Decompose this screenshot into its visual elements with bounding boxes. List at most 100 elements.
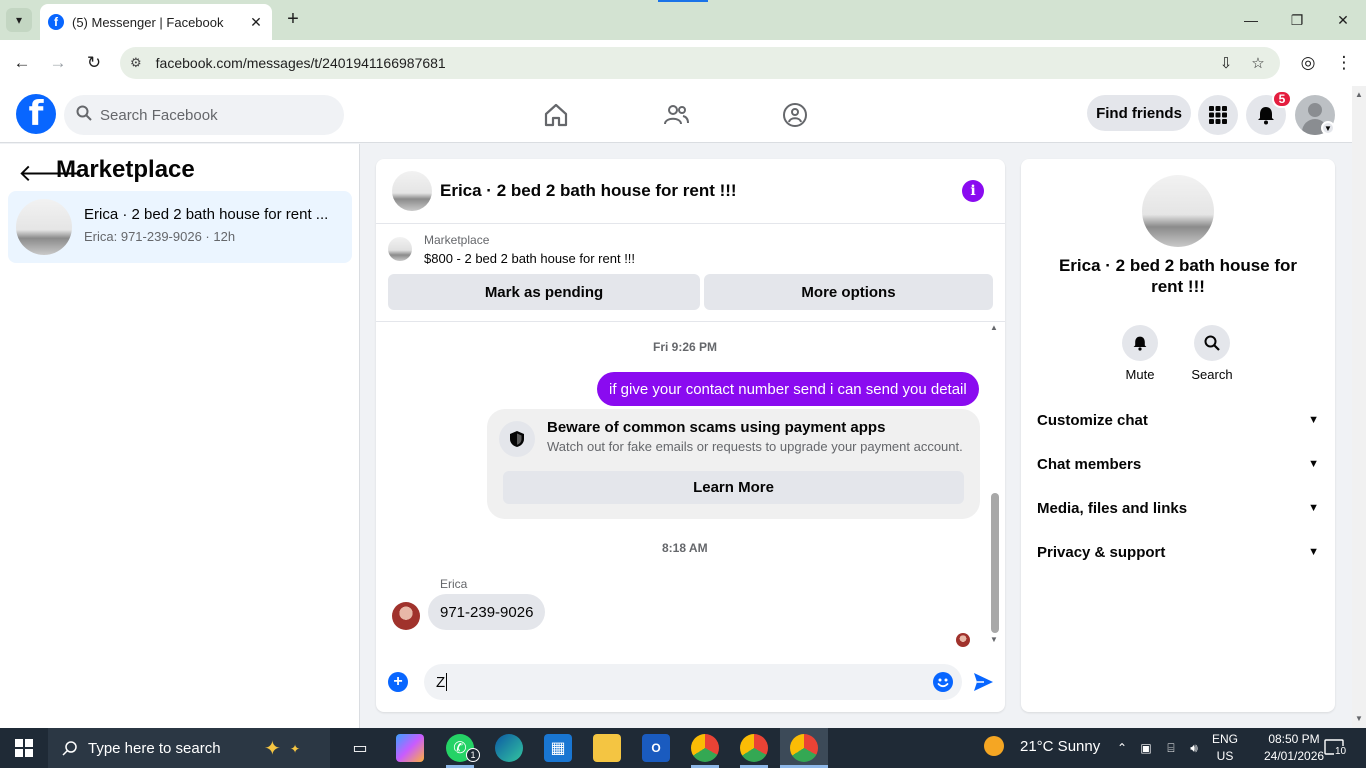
customize-chat-section[interactable]: Customize chat ▼ [1037, 402, 1319, 438]
listing-title[interactable]: $800 - 2 bed 2 bath house for rent !!! [424, 251, 635, 266]
search-label: Search [1191, 367, 1233, 382]
task-view-icon[interactable]: ▭ [346, 734, 374, 762]
browser-toolbar: ← → ↻ ⚙ facebook.com/messages/t/24019411… [0, 40, 1366, 86]
taskbar-search-placeholder: Type here to search [88, 739, 221, 757]
address-bar[interactable]: ⚙ facebook.com/messages/t/24019411669876… [120, 47, 1280, 79]
chevron-down-icon: ▼ [1308, 502, 1319, 514]
friends-icon[interactable] [661, 100, 691, 130]
site-info-icon[interactable]: ⚙ [130, 55, 142, 71]
section-label: Chat members [1037, 455, 1142, 473]
chrome-profile-r-icon[interactable] [691, 734, 719, 762]
scam-warning-text: Watch out for fake emails or requests to… [547, 439, 963, 454]
mark-as-pending-button[interactable]: Mark as pending [388, 274, 700, 310]
conversation-name: Erica · 2 bed 2 bath house for rent ... [84, 206, 329, 223]
install-app-icon[interactable]: ⇩ [1214, 47, 1238, 79]
edge-icon[interactable] [495, 734, 523, 762]
chat-header: Erica · 2 bed 2 bath house for rent !!! … [376, 159, 1005, 224]
scroll-up-arrow-icon[interactable]: ▲ [1355, 90, 1363, 99]
details-listing-thumbnail[interactable] [1142, 175, 1214, 247]
reload-button[interactable]: ↻ [82, 51, 106, 75]
menu-grid-icon[interactable] [1198, 95, 1238, 135]
scroll-up-arrow-icon[interactable]: ▲ [990, 323, 998, 332]
sender-name: Erica [440, 577, 468, 591]
device-icon[interactable]: ▣ [1138, 728, 1154, 768]
outgoing-message-bubble[interactable]: if give your contact number send i can s… [597, 372, 979, 406]
conversation-list-item[interactable]: Erica · 2 bed 2 bath house for rent ... … [8, 191, 352, 263]
scroll-down-arrow-icon[interactable]: ▼ [990, 635, 998, 644]
account-chevron-icon[interactable]: ▼ [1321, 121, 1335, 135]
weather-widget[interactable]: 21°C Sunny [984, 736, 1100, 756]
tab-indicator [658, 0, 708, 2]
search-icon [1194, 325, 1230, 361]
home-icon[interactable] [541, 100, 571, 130]
scrollbar-thumb[interactable] [991, 493, 999, 633]
chevron-down-icon: ▼ [1308, 458, 1319, 470]
privacy-support-section[interactable]: Privacy & support ▼ [1037, 534, 1319, 570]
facebook-logo-icon[interactable]: f [16, 94, 56, 134]
profile-icon[interactable]: ◎ [1296, 51, 1320, 75]
back-button[interactable]: ← [10, 51, 34, 75]
window-close-button[interactable]: ✕ [1320, 0, 1366, 40]
shield-icon [499, 421, 535, 457]
browser-menu-icon[interactable]: ⋮ [1332, 51, 1356, 75]
file-explorer-icon[interactable] [593, 734, 621, 762]
copilot-icon[interactable] [396, 734, 424, 762]
taskbar-search-input[interactable]: Type here to search ✦ ✦ [48, 728, 330, 768]
outlook-icon[interactable]: O [642, 734, 670, 762]
language-indicator[interactable]: ENG US [1208, 731, 1242, 765]
chrome-icon[interactable] [740, 734, 768, 762]
forward-button[interactable]: → [46, 51, 70, 75]
marketplace-label: Marketplace [424, 233, 490, 247]
scroll-down-arrow-icon[interactable]: ▼ [1355, 714, 1363, 723]
emoji-icon[interactable] [933, 672, 953, 692]
windows-start-icon[interactable] [0, 728, 48, 768]
chevron-down-icon: ▼ [1308, 414, 1319, 426]
network-icon[interactable]: ⌸ [1162, 728, 1180, 768]
weather-text: 21°C Sunny [1020, 737, 1101, 755]
bookmark-star-icon[interactable]: ☆ [1246, 47, 1270, 79]
show-hidden-icons-icon[interactable]: ⌃ [1114, 728, 1130, 768]
tab-close-icon[interactable]: ✕ [248, 14, 264, 31]
scam-warning-title: Beware of common scams using payment app… [547, 419, 886, 436]
notification-badge: 5 [1272, 90, 1292, 108]
search-icon [76, 105, 92, 125]
chat-members-section[interactable]: Chat members ▼ [1037, 446, 1319, 482]
find-friends-button[interactable]: Find friends [1087, 95, 1191, 131]
restore-button[interactable]: ❐ [1274, 0, 1320, 40]
volume-icon[interactable]: 🔊︎ [1186, 728, 1202, 768]
new-tab-button[interactable]: + [282, 8, 304, 30]
system-clock[interactable]: 08:50 PM 24/01/2026 [1264, 731, 1324, 765]
search-conversation-button[interactable]: Search [1182, 325, 1242, 382]
mute-button[interactable]: Mute [1110, 325, 1170, 382]
language-code: ENG [1211, 732, 1238, 746]
facebook-search-input[interactable]: Search Facebook [64, 95, 344, 135]
chrome-active-icon[interactable] [790, 734, 818, 762]
learn-more-button[interactable]: Learn More [503, 471, 964, 504]
conversation-details-panel: Erica · 2 bed 2 bath house for rent !!! … [1021, 159, 1335, 712]
whatsapp-badge: 1 [466, 748, 480, 762]
media-files-links-section[interactable]: Media, files and links ▼ [1037, 490, 1319, 526]
message-input[interactable]: Z [424, 664, 962, 700]
message-timestamp: 8:18 AM [662, 541, 708, 555]
chat-panel: Erica · 2 bed 2 bath house for rent !!! … [376, 159, 1005, 712]
chat-title[interactable]: Erica · 2 bed 2 bath house for rent !!! [440, 181, 737, 201]
add-attachment-icon[interactable]: + [388, 672, 408, 692]
mute-label: Mute [1125, 367, 1155, 382]
groups-icon[interactable] [780, 100, 810, 130]
tab-title: (5) Messenger | Facebook [72, 14, 224, 30]
tab-search-button[interactable]: ▾ [6, 8, 32, 32]
incoming-message-bubble[interactable]: 971-239-9026 [428, 594, 546, 630]
minimize-button[interactable]: — [1228, 0, 1274, 40]
notification-center-icon[interactable]: 10 [1322, 736, 1348, 760]
send-icon[interactable] [972, 671, 994, 693]
section-label: Privacy & support [1037, 543, 1166, 561]
page-scrollbar[interactable]: ▲ ▼ [1352, 86, 1366, 728]
message-scrollbar[interactable]: ▲ ▼ [990, 323, 1000, 649]
info-icon[interactable]: i [962, 180, 984, 202]
chat-listing-thumbnail[interactable] [392, 171, 432, 211]
more-options-button[interactable]: More options [704, 274, 993, 310]
store-icon[interactable]: ▦ [544, 734, 572, 762]
sender-avatar[interactable] [392, 602, 420, 630]
conversation-preview: Erica: 971-239-9026 · 12h [84, 229, 236, 244]
browser-tab[interactable]: f (5) Messenger | Facebook ✕ [40, 4, 272, 40]
